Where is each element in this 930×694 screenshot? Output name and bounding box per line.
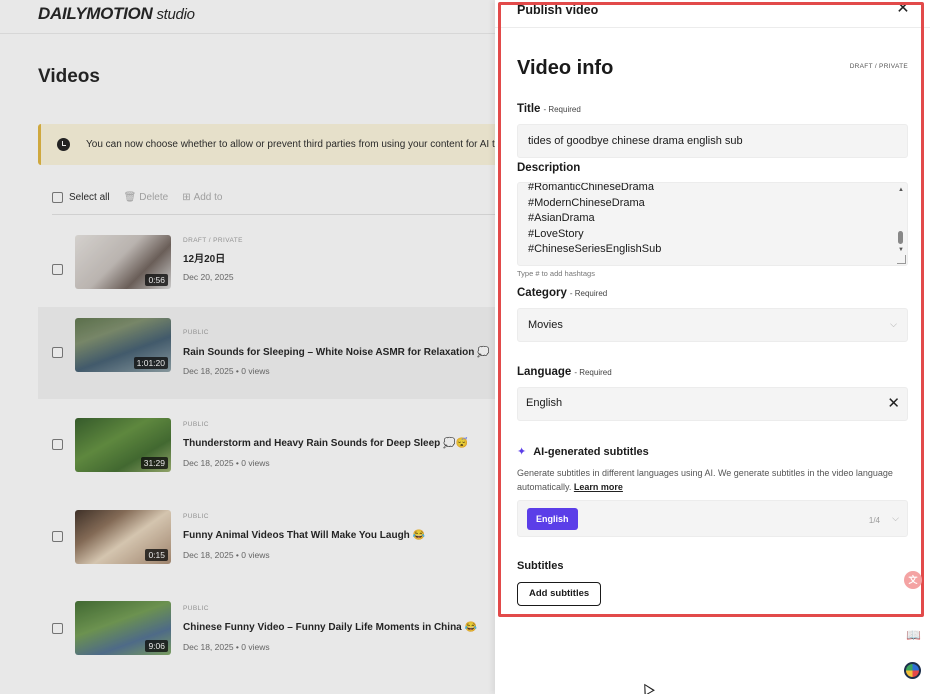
description-label: Description bbox=[517, 162, 581, 174]
scrollbar-thumb[interactable] bbox=[898, 231, 903, 244]
title-label: Title - Required bbox=[517, 103, 581, 115]
language-value: English bbox=[526, 397, 563, 409]
description-line: #LoveStory bbox=[528, 227, 584, 240]
chrome-extension-icon[interactable] bbox=[904, 662, 921, 679]
description-line: #ModernChineseDrama bbox=[528, 196, 645, 209]
description-hint: Type # to add hashtags bbox=[517, 269, 595, 278]
scroll-down-icon[interactable]: ▼ bbox=[897, 246, 905, 254]
title-input[interactable]: tides of goodbye chinese drama english s… bbox=[517, 124, 908, 158]
visibility-status: DRAFT / PRIVATE bbox=[849, 63, 908, 70]
video-info-heading: Video info bbox=[517, 57, 614, 79]
chevron-down-icon: ⌵ bbox=[890, 319, 897, 329]
language-label: Language - Required bbox=[517, 366, 612, 378]
ai-subtitles-description: Generate subtitles in different language… bbox=[517, 466, 912, 494]
add-subtitles-button[interactable]: Add subtitles bbox=[517, 582, 602, 606]
panel-title: Publish video bbox=[517, 3, 599, 17]
ai-subtitles-language-select[interactable]: English 1/4 ⌵ bbox=[517, 500, 908, 537]
description-scrollbar[interactable]: ▲ ▼ bbox=[897, 186, 905, 254]
category-value: Movies bbox=[528, 319, 563, 331]
title-label-text: Title bbox=[517, 103, 541, 115]
chevron-down-icon[interactable]: ⌵ bbox=[892, 513, 899, 524]
subtitles-title: Subtitles bbox=[517, 560, 564, 572]
close-icon[interactable]: ✕ bbox=[894, 0, 912, 18]
category-select[interactable]: Movies ⌵ bbox=[517, 308, 908, 342]
required-marker: - Required bbox=[569, 289, 608, 298]
required-marker: - Required bbox=[574, 368, 612, 377]
description-line: #RomanticChineseDrama bbox=[528, 182, 654, 193]
description-line: #ChineseSeriesEnglishSub bbox=[528, 243, 662, 255]
sparkle-icon: ✦ bbox=[517, 446, 527, 458]
required-marker: - Required bbox=[543, 105, 581, 114]
scroll-up-icon[interactable]: ▲ bbox=[897, 186, 905, 194]
language-label-text: Language bbox=[517, 366, 572, 378]
description-line: #AsianDrama bbox=[528, 212, 595, 224]
ai-subtitles-header: ✦ AI-generated subtitles bbox=[517, 445, 649, 459]
category-label-text: Category bbox=[517, 287, 567, 299]
description-content: #RomanticChineseDrama #ModernChineseDram… bbox=[528, 182, 662, 258]
modal-backdrop[interactable] bbox=[0, 0, 495, 694]
panel-header: Publish video ✕ bbox=[495, 0, 930, 28]
resize-handle-icon[interactable] bbox=[897, 255, 906, 264]
publish-video-panel: Publish video ✕ Video info DRAFT / PRIVA… bbox=[495, 0, 930, 694]
language-select[interactable]: English ✕ bbox=[517, 387, 908, 421]
language-chip[interactable]: English bbox=[527, 508, 578, 530]
ai-subtitles-title: AI-generated subtitles bbox=[533, 445, 649, 458]
clear-icon[interactable]: ✕ bbox=[887, 394, 900, 412]
description-textarea[interactable]: #RomanticChineseDrama #ModernChineseDram… bbox=[517, 182, 908, 266]
selection-count: 1/4 bbox=[868, 516, 880, 525]
category-label: Category - Required bbox=[517, 287, 607, 299]
learn-more-link[interactable]: Learn more bbox=[574, 482, 623, 492]
book-icon[interactable]: 📖 bbox=[906, 628, 921, 642]
translate-icon[interactable]: 文 bbox=[904, 571, 922, 589]
